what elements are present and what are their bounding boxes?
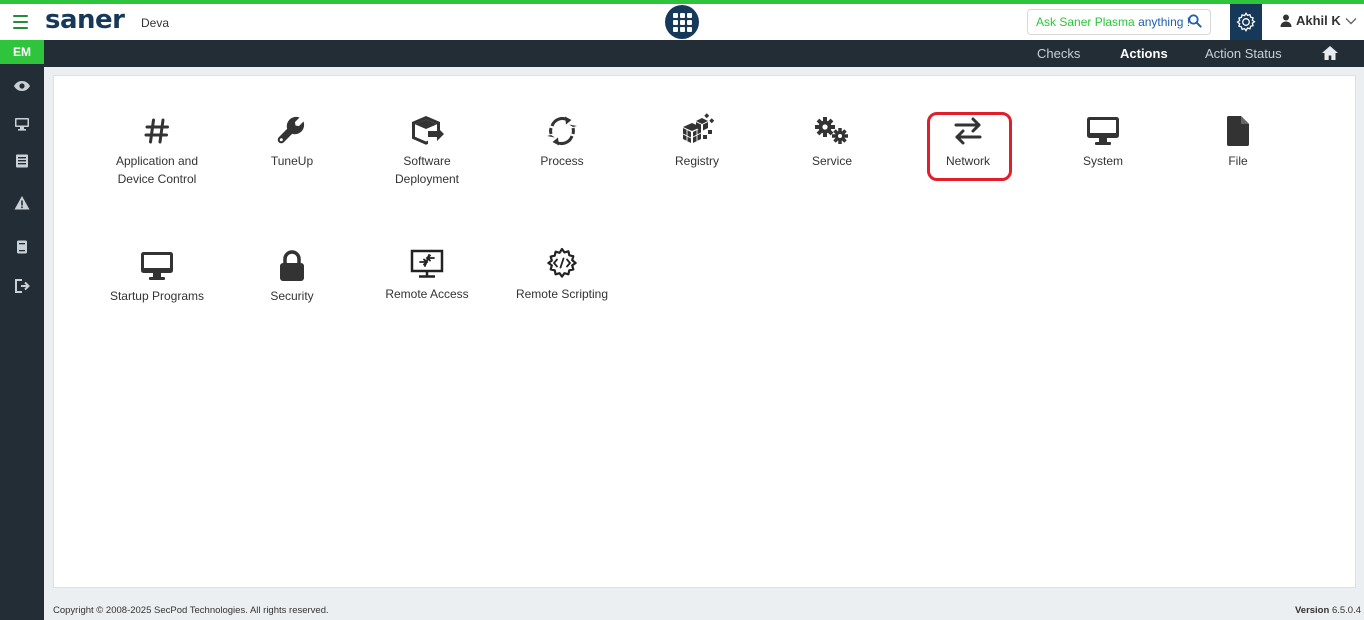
alert-icon[interactable] bbox=[13, 194, 31, 212]
action-network[interactable]: Network bbox=[903, 114, 1033, 170]
ask-suffix: anything ! bbox=[1138, 15, 1191, 29]
software-deploy-icon bbox=[362, 114, 492, 148]
logout-icon[interactable] bbox=[13, 277, 31, 295]
tile-label: Startup Programs bbox=[109, 289, 205, 303]
action-registry[interactable]: Registry bbox=[632, 113, 762, 170]
tab-action-status[interactable]: Action Status bbox=[1205, 46, 1282, 61]
tile-label: Registry bbox=[674, 154, 719, 168]
actions-panel: Application and Device Control TuneUp Sof… bbox=[53, 75, 1356, 588]
version-text: Version 6.5.0.4 bbox=[1295, 605, 1361, 616]
tile-label: System bbox=[1082, 154, 1123, 168]
user-menu[interactable]: Akhil K bbox=[1280, 13, 1357, 28]
registry-icon bbox=[632, 113, 762, 148]
chevron-down-icon bbox=[1345, 17, 1357, 24]
app-launcher-button[interactable] bbox=[665, 5, 699, 39]
code-gear-icon bbox=[497, 247, 627, 281]
sub-navigation: Checks Actions Action Status bbox=[44, 40, 1364, 67]
action-file[interactable]: File bbox=[1173, 114, 1303, 170]
tab-actions[interactable]: Actions bbox=[1120, 46, 1168, 61]
version-value: 6.5.0.4 bbox=[1331, 605, 1361, 616]
action-service[interactable]: Service bbox=[767, 114, 897, 170]
tile-label: Software bbox=[403, 154, 451, 168]
ask-prefix: Ask Saner Plasma bbox=[1036, 15, 1135, 29]
footer: Copyright © 2008-2025 SecPod Technologie… bbox=[44, 598, 1364, 620]
user-icon bbox=[1280, 14, 1292, 27]
settings-button[interactable] bbox=[1230, 4, 1262, 40]
search-icon[interactable] bbox=[1188, 14, 1202, 31]
tile-label: Device Control bbox=[117, 172, 197, 186]
tile-label: Remote Scripting bbox=[515, 287, 609, 301]
hamburger-menu-icon[interactable] bbox=[13, 15, 28, 29]
action-application-device-control[interactable]: Application and Device Control bbox=[92, 114, 222, 188]
eye-icon[interactable] bbox=[13, 77, 31, 95]
tile-label: Process bbox=[540, 154, 584, 168]
tile-label: Application and bbox=[115, 154, 199, 168]
tab-checks[interactable]: Checks bbox=[1037, 46, 1080, 61]
list-icon[interactable] bbox=[13, 152, 31, 170]
action-security[interactable]: Security bbox=[227, 249, 357, 305]
copyright-text: Copyright © 2008-2025 SecPod Technologie… bbox=[53, 605, 329, 616]
top-bar: saner Deva Ask Saner Plasma anything ! A… bbox=[0, 0, 1364, 40]
ask-saner-search[interactable]: Ask Saner Plasma anything ! bbox=[1027, 9, 1211, 35]
action-startup-programs[interactable]: Startup Programs bbox=[92, 249, 222, 305]
user-name: Akhil K bbox=[1296, 13, 1341, 28]
hash-icon bbox=[92, 114, 222, 148]
org-name: Deva bbox=[141, 16, 170, 30]
action-remote-scripting[interactable]: Remote Scripting bbox=[497, 247, 627, 303]
lock-icon bbox=[227, 249, 357, 283]
exchange-icon bbox=[903, 114, 1033, 148]
action-process[interactable]: Process bbox=[497, 114, 627, 170]
sync-icon bbox=[497, 114, 627, 148]
monitor-icon[interactable] bbox=[13, 115, 31, 133]
action-system[interactable]: System bbox=[1038, 114, 1168, 170]
gears-icon bbox=[767, 114, 897, 148]
em-badge[interactable]: EM bbox=[0, 40, 44, 64]
tile-label: File bbox=[1228, 154, 1248, 168]
wrench-icon bbox=[227, 114, 357, 148]
desktop-icon bbox=[92, 249, 222, 283]
home-icon[interactable] bbox=[1321, 45, 1339, 66]
remote-desktop-icon bbox=[362, 247, 492, 281]
tile-label: Remote Access bbox=[385, 287, 469, 301]
action-software-deployment[interactable]: Software Deployment bbox=[362, 114, 492, 188]
tile-label: Security bbox=[270, 289, 314, 303]
desktop-icon bbox=[1038, 114, 1168, 148]
gear-icon bbox=[1236, 12, 1256, 32]
action-tuneup[interactable]: TuneUp bbox=[227, 114, 357, 170]
grid-icon bbox=[672, 12, 692, 32]
tile-label: Deployment bbox=[394, 172, 460, 186]
file-icon bbox=[1173, 114, 1303, 148]
book-icon[interactable] bbox=[13, 238, 31, 256]
tile-label: Network bbox=[945, 154, 990, 168]
saner-logo[interactable]: saner bbox=[45, 5, 125, 35]
left-sidebar: EM bbox=[0, 40, 44, 620]
tile-label: Service bbox=[811, 154, 852, 168]
action-remote-access[interactable]: Remote Access bbox=[362, 247, 492, 303]
version-label: Version bbox=[1294, 605, 1330, 616]
tile-label: TuneUp bbox=[270, 154, 314, 168]
